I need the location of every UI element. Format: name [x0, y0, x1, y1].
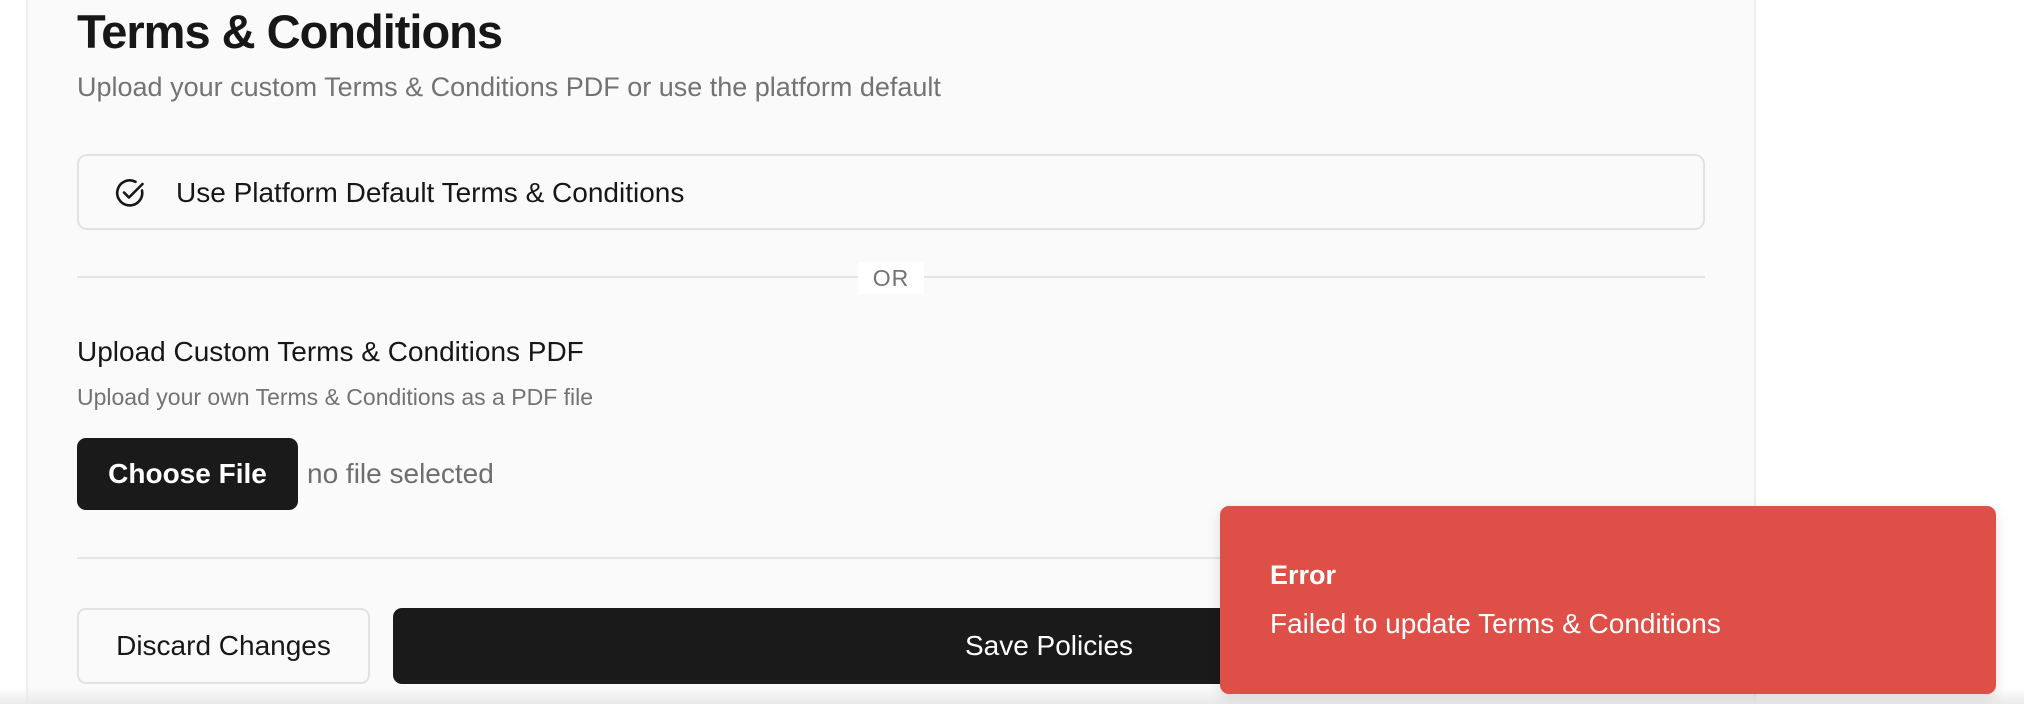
page-subtitle: Upload your custom Terms & Conditions PD…: [77, 72, 941, 102]
choose-file-button[interactable]: Choose File: [77, 438, 298, 510]
toast-message: Failed to update Terms & Conditions: [1270, 608, 1721, 639]
upload-section-description: Upload your own Terms & Conditions as a …: [77, 384, 594, 410]
use-default-terms-button[interactable]: Use Platform Default Terms & Conditions: [77, 154, 1705, 230]
upload-section-title: Upload Custom Terms & Conditions PDF: [77, 336, 584, 367]
page-title: Terms & Conditions: [77, 5, 503, 58]
page: Terms & Conditions Upload your custom Te…: [0, 0, 2024, 704]
check-circle-icon: [113, 176, 147, 210]
or-divider-label: OR: [858, 262, 924, 294]
toast-title: Error: [1270, 560, 1337, 590]
discard-changes-button[interactable]: Discard Changes: [77, 608, 370, 684]
error-toast[interactable]: Error Failed to update Terms & Condition…: [1220, 506, 1996, 694]
file-status-text: no file selected: [307, 458, 494, 489]
use-default-terms-label: Use Platform Default Terms & Conditions: [176, 177, 685, 208]
